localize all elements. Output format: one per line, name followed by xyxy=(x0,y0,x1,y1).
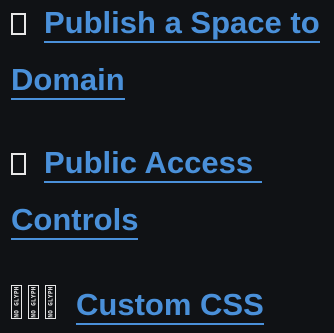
no-glyph-icon: NO GLYPH xyxy=(45,285,56,319)
missing-glyph-icon xyxy=(11,13,26,35)
publish-space-to-domain-link-continued[interactable]: Domain xyxy=(11,62,125,100)
missing-glyph-icon xyxy=(11,153,26,175)
publish-space-to-domain-link[interactable]: Publish a Space to xyxy=(44,5,320,43)
heading-custom-css: NO GLYPH NO GLYPH NO GLYPH Custom CSS xyxy=(0,276,334,333)
heading-publish-space-to-domain: Publish a Space to Domain xyxy=(0,0,334,108)
custom-css-link[interactable]: Custom CSS xyxy=(76,287,264,325)
no-glyph-text: NO GLYPH xyxy=(47,286,54,318)
public-access-controls-label: Public Access xyxy=(44,145,254,180)
public-access-controls-link[interactable]: Public Access xyxy=(44,145,262,183)
heading-public-access-controls: Public Access Controls xyxy=(0,134,334,248)
public-access-controls-link-continued[interactable]: Controls xyxy=(11,202,139,240)
